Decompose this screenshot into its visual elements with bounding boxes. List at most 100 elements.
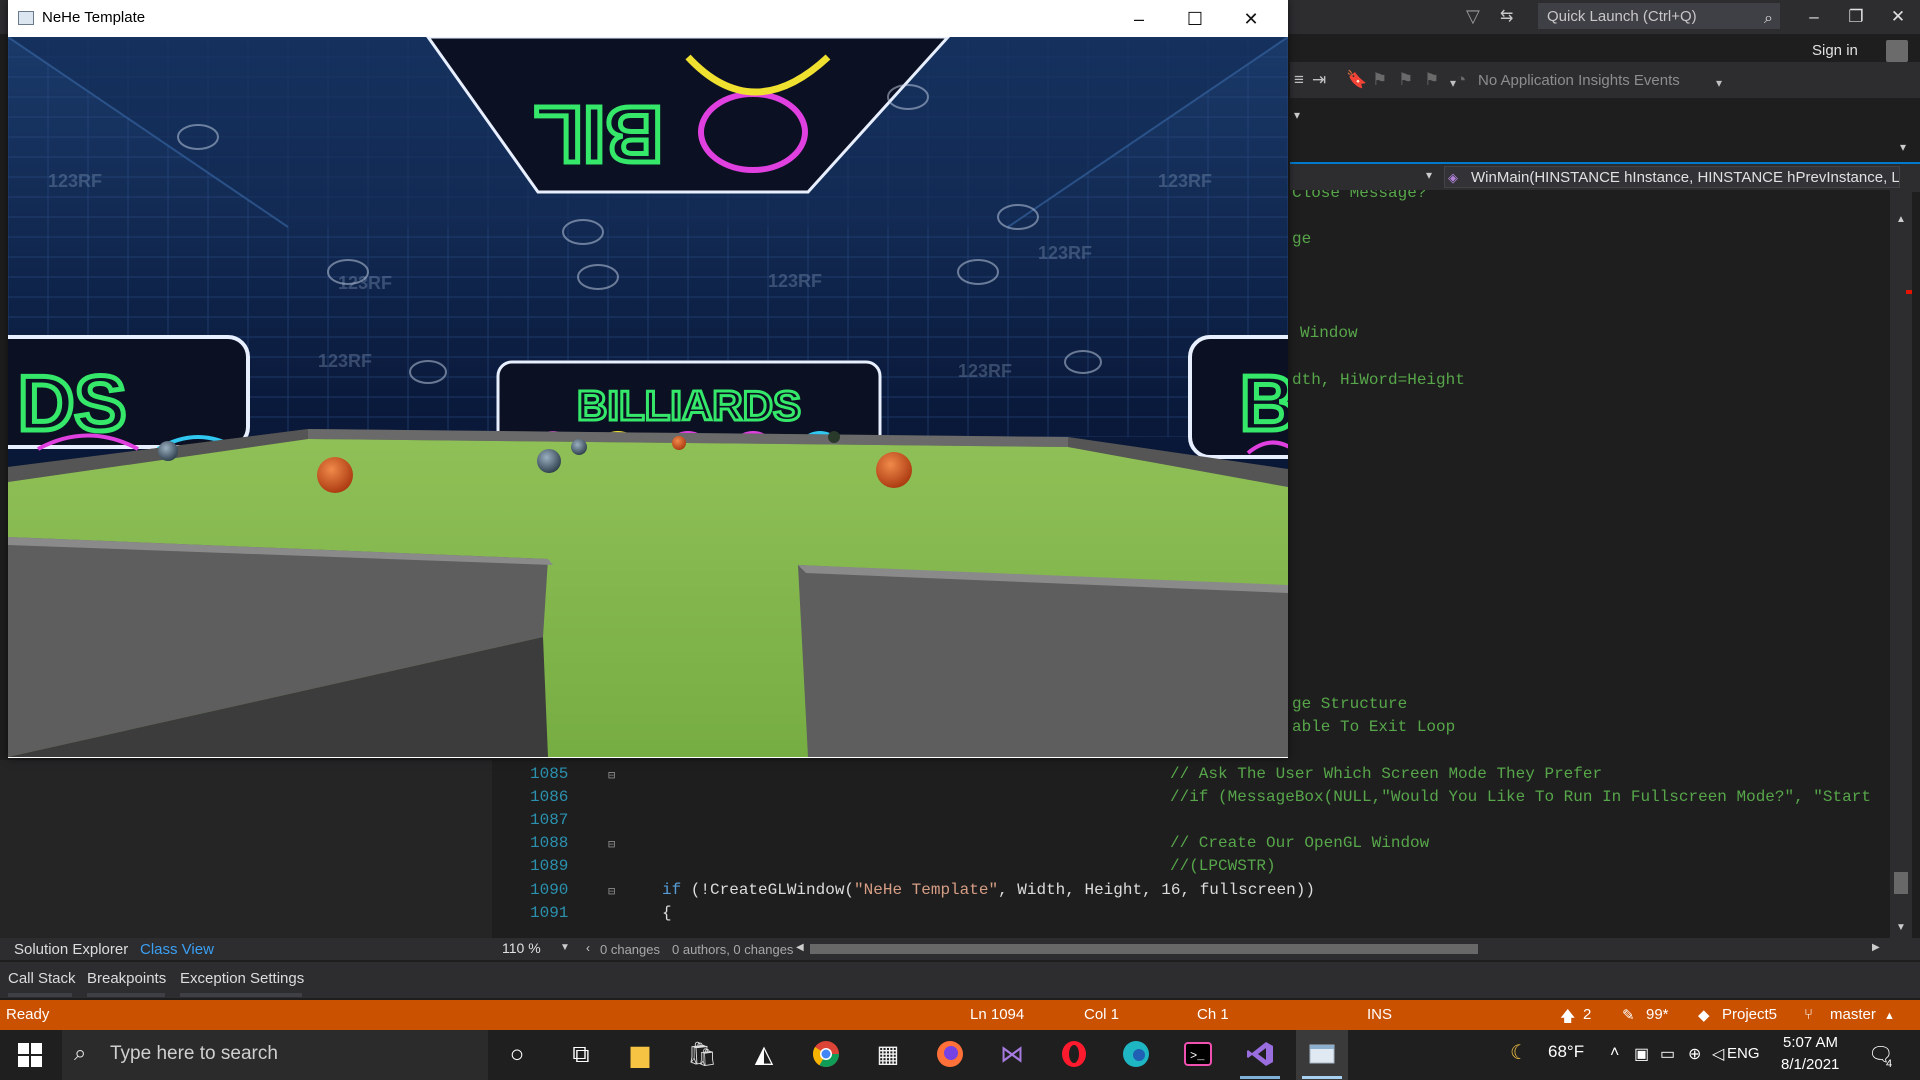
scrollbar-thumb[interactable]: [1894, 872, 1908, 894]
calendar-app-icon[interactable]: ▦: [873, 1040, 903, 1070]
tab-solution-explorer[interactable]: Solution Explorer: [14, 941, 128, 958]
chevron-up-icon[interactable]: ˄: [1610, 1044, 1619, 1062]
tab-breakpoints[interactable]: Breakpoints: [87, 970, 166, 987]
battery-icon[interactable]: ▭: [1660, 1044, 1675, 1064]
edge-icon[interactable]: [1121, 1040, 1151, 1070]
collapse-icon[interactable]: ⊟: [608, 768, 615, 783]
unpushed-commits-count[interactable]: 2: [1583, 1006, 1591, 1023]
ball-dark: [828, 431, 840, 443]
tab-call-stack[interactable]: Call Stack: [8, 970, 76, 987]
line-number: 1090: [530, 881, 569, 899]
collapse-icon[interactable]: ⊟: [608, 837, 615, 852]
tab-dropdown-icon[interactable]: ▾: [1900, 140, 1906, 154]
volume-icon[interactable]: ◁: [1712, 1044, 1724, 1064]
visual-studio-active-icon[interactable]: [1245, 1040, 1275, 1070]
code-line: // Ask The User Which Screen Mode They P…: [1170, 765, 1603, 783]
watermark-text: 123RF: [1038, 243, 1092, 263]
cortana-icon[interactable]: ○: [502, 1040, 532, 1070]
line-number: 1086: [530, 788, 569, 806]
ball-grey: [571, 439, 587, 455]
clear-bookmarks-icon[interactable]: ⚑: [1424, 70, 1439, 90]
git-authors-indicator[interactable]: 0 authors, 0 changes: [672, 942, 793, 957]
tab-underline: [87, 993, 165, 997]
code-fragment: Window: [1300, 324, 1358, 342]
project-name[interactable]: Project5: [1722, 1006, 1777, 1023]
pending-changes-count[interactable]: 99*: [1646, 1006, 1669, 1023]
account-icon[interactable]: [1886, 40, 1908, 62]
firefox-icon[interactable]: [935, 1040, 965, 1070]
opengl-viewport[interactable]: BIL DS B BILLIARDS 123RF 123RF 123RF 123…: [8, 37, 1288, 757]
scroll-down-icon[interactable]: ▼: [1896, 922, 1906, 933]
meet-now-icon[interactable]: ▣: [1634, 1044, 1649, 1064]
status-col: Col 1: [1084, 1006, 1120, 1023]
file-explorer-icon[interactable]: ▆: [625, 1040, 655, 1070]
svg-text:>_: >_: [1190, 1049, 1205, 1063]
unity-icon[interactable]: ◭: [749, 1040, 779, 1070]
network-globe-icon[interactable]: ⊕: [1688, 1044, 1701, 1064]
tab-underline: [180, 993, 302, 997]
chevron-down-icon[interactable]: ▾: [1716, 76, 1722, 90]
toolbar-expand-icon[interactable]: ▾: [1294, 108, 1300, 122]
status-ch: Ch 1: [1197, 1006, 1229, 1023]
code-fragment: able To Exit Loop: [1292, 718, 1456, 736]
chevron-up-icon[interactable]: ▲: [1884, 1010, 1895, 1022]
scroll-left-icon[interactable]: ◀: [796, 942, 804, 953]
language-indicator[interactable]: ENG: [1727, 1045, 1760, 1062]
chrome-icon[interactable]: [811, 1040, 841, 1070]
filter-icon[interactable]: ▽: [1466, 6, 1480, 27]
microsoft-store-icon[interactable]: 🛍: [687, 1040, 717, 1070]
right-neon-sign: B: [1188, 335, 1288, 459]
watermark-text: 123RF: [318, 351, 372, 371]
notification-count: 4: [1886, 1058, 1893, 1070]
quick-launch-input[interactable]: Quick Launch (Ctrl+Q) ⌕: [1538, 3, 1780, 29]
terminal-icon[interactable]: >_: [1183, 1040, 1213, 1070]
indent-icon[interactable]: ⇥: [1312, 70, 1326, 90]
status-insert-mode: INS: [1367, 1006, 1393, 1023]
outdent-icon[interactable]: ≡: [1294, 70, 1304, 90]
zoom-dropdown[interactable]: 110 %: [502, 940, 541, 956]
close-button[interactable]: ✕: [1228, 6, 1274, 32]
code-fragment: ge: [1292, 230, 1312, 248]
search-icon: ⌕: [74, 1040, 87, 1065]
arrow-up-icon: 🡅: [1560, 1008, 1576, 1025]
windows-start-icon[interactable]: [18, 1043, 42, 1072]
vs-close-button[interactable]: ✕: [1878, 4, 1918, 30]
weather-moon-icon: ☾: [1510, 1042, 1528, 1064]
horizontal-scrollbar-thumb[interactable]: [810, 944, 1478, 954]
nehe-titlebar[interactable]: [8, 0, 1288, 37]
status-line: Ln 1094: [970, 1006, 1025, 1023]
vs-restore-button[interactable]: ❐: [1836, 4, 1876, 30]
weather-temperature[interactable]: 68°F: [1548, 1042, 1584, 1062]
quick-launch-placeholder: Quick Launch (Ctrl+Q): [1547, 8, 1697, 25]
clock-time[interactable]: 5:07 AM: [1783, 1034, 1838, 1051]
collapse-icon[interactable]: ⊟: [608, 884, 615, 899]
maximize-button[interactable]: ☐: [1172, 6, 1218, 32]
line-number: 1085: [530, 765, 569, 783]
function-dropdown[interactable]: WinMain(HINSTANCE hInstance, HINSTANCE h…: [1444, 166, 1900, 188]
ball-orange: [672, 436, 686, 450]
opera-icon[interactable]: [1059, 1040, 1089, 1070]
near-right-rail: [798, 565, 1288, 757]
line-number: 1087: [530, 811, 569, 829]
vs-minimize-button[interactable]: –: [1794, 4, 1834, 30]
task-view-icon[interactable]: ⧉: [566, 1040, 596, 1070]
prev-bookmark-icon[interactable]: ⚑: [1372, 70, 1387, 90]
next-bookmark-icon[interactable]: ⚑: [1398, 70, 1413, 90]
scroll-up-icon[interactable]: ▲: [1896, 214, 1906, 225]
editor-vertical-scrollbar[interactable]: [1890, 190, 1912, 938]
bookmark-icon[interactable]: 🔖: [1346, 70, 1367, 90]
chevron-down-icon[interactable]: ▼: [560, 942, 570, 953]
sign-in-link[interactable]: Sign in: [1812, 42, 1858, 59]
tab-exception-settings[interactable]: Exception Settings: [180, 970, 304, 987]
branch-name[interactable]: master: [1830, 1006, 1876, 1023]
application-insights-dropdown[interactable]: No Application Insights Events: [1478, 72, 1680, 89]
chevron-down-icon[interactable]: ▾: [1426, 168, 1432, 182]
clock-date[interactable]: 8/1/2021: [1781, 1056, 1839, 1073]
tab-class-view[interactable]: Class View: [140, 941, 214, 958]
git-changes-indicator[interactable]: 0 changes: [600, 942, 660, 957]
scroll-right-icon[interactable]: ▶: [1872, 942, 1880, 953]
minimize-button[interactable]: –: [1116, 6, 1162, 32]
visual-studio-icon[interactable]: ⋈: [997, 1040, 1027, 1070]
live-share-icon[interactable]: ⇆: [1500, 6, 1513, 26]
pencil-icon: ✎: [1622, 1007, 1635, 1024]
